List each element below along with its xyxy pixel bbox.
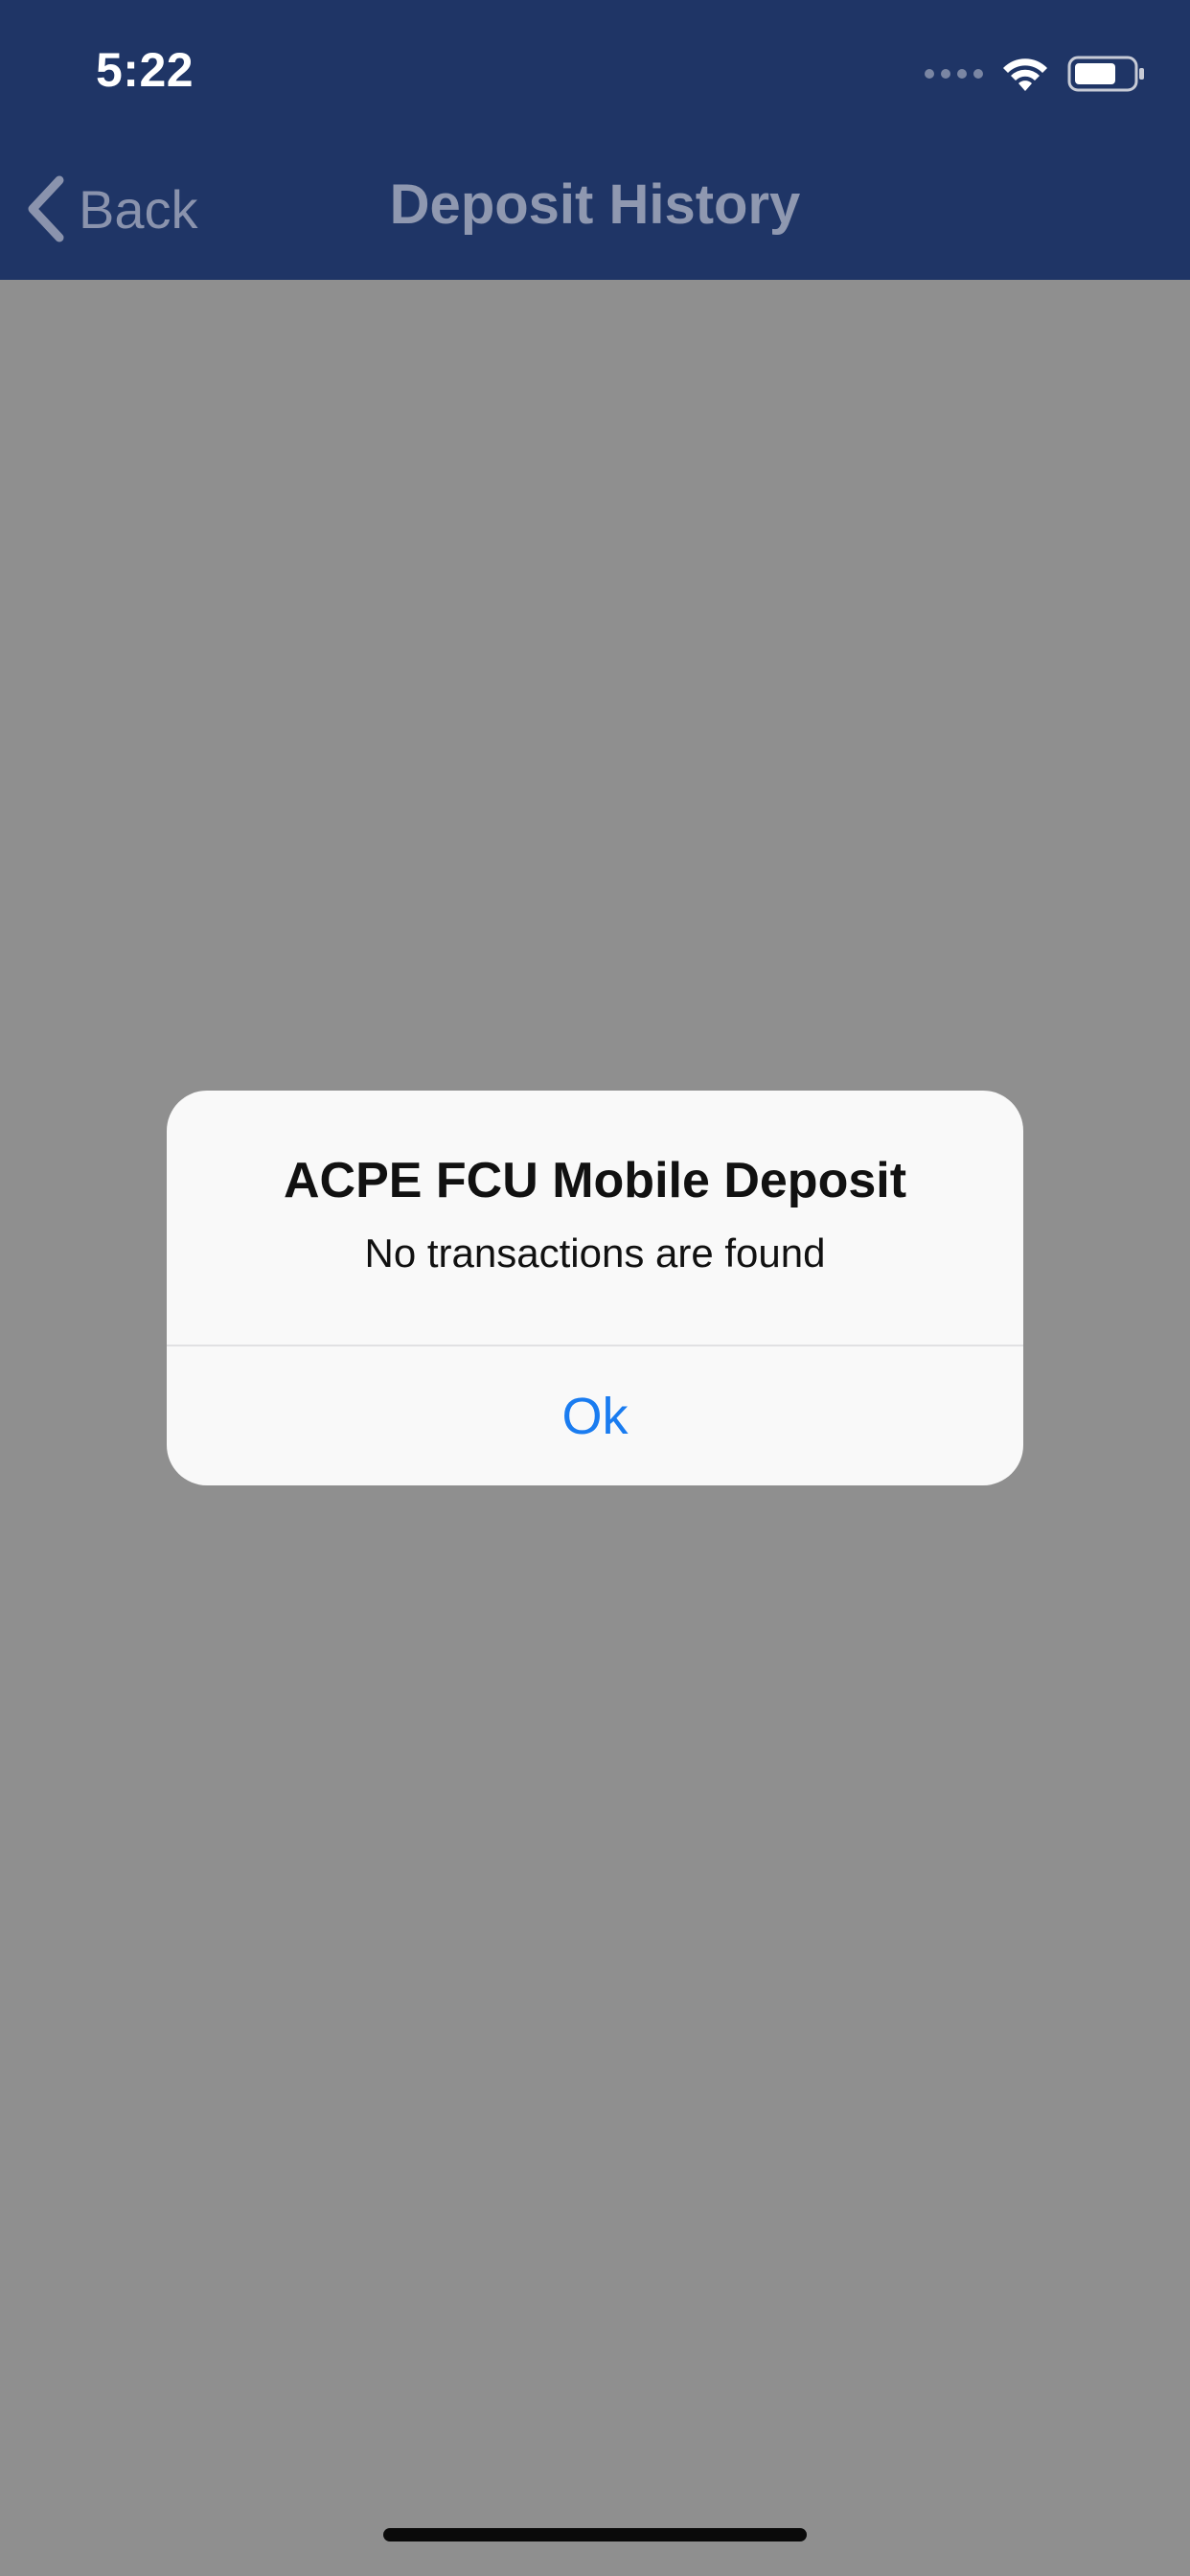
status-icons: [925, 50, 1146, 98]
screen: 5:22 Back Deposit History ACPE FCU Mobil…: [0, 0, 1190, 2576]
wifi-icon: [1003, 58, 1047, 91]
page-title: Deposit History: [389, 173, 801, 236]
status-time: 5:22: [96, 43, 195, 97]
battery-icon: [1067, 56, 1144, 92]
ok-button[interactable]: Ok: [167, 1346, 1023, 1485]
alert-message: No transactions are found: [364, 1230, 826, 1276]
header: 5:22 Back Deposit History: [0, 0, 1190, 280]
alert-dialog: ACPE FCU Mobile Deposit No transactions …: [167, 1091, 1023, 1485]
alert-title: ACPE FCU Mobile Deposit: [283, 1153, 907, 1208]
signal-dots-icon: [925, 69, 983, 79]
home-indicator[interactable]: [383, 2528, 807, 2542]
